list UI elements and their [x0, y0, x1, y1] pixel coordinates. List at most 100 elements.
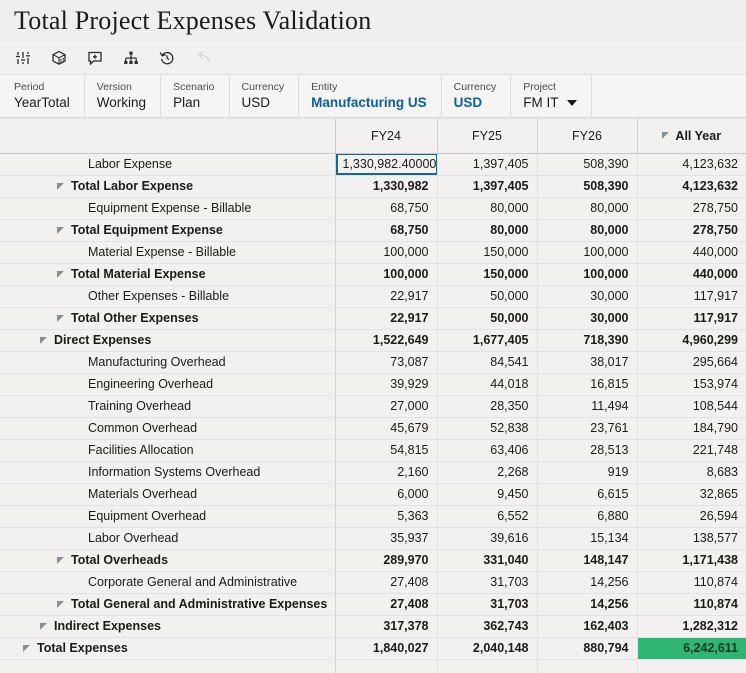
data-cell[interactable]: 45,679 [335, 417, 438, 440]
collapse-triangle-icon[interactable] [662, 132, 670, 140]
row-label-cell[interactable]: Labor Expense [0, 153, 336, 176]
row-label-cell[interactable]: Total Labor Expense [0, 175, 336, 198]
data-cell[interactable]: 110,874 [637, 571, 746, 594]
row-collapse-triangle-icon[interactable] [40, 622, 47, 630]
add-comment-icon[interactable] [78, 44, 112, 72]
data-cell[interactable]: 100,000 [335, 241, 438, 264]
data-cell[interactable]: 52,838 [437, 417, 538, 440]
data-cell[interactable]: 117,917 [637, 307, 746, 330]
data-cell[interactable]: 39,929 [335, 373, 438, 396]
row-collapse-triangle-icon[interactable] [57, 556, 64, 564]
data-cell[interactable]: 6,880 [537, 505, 638, 528]
row-collapse-triangle-icon[interactable] [57, 226, 64, 234]
data-cell[interactable]: 2,160 [335, 461, 438, 484]
data-cell[interactable]: 80,000 [537, 197, 638, 220]
data-cell[interactable]: 718,390 [537, 329, 638, 352]
data-cell[interactable]: 150,000 [437, 241, 538, 264]
data-cell[interactable]: 295,664 [637, 351, 746, 374]
data-cell[interactable]: 440,000 [637, 241, 746, 264]
row-label-cell[interactable]: Common Overhead [0, 417, 336, 440]
row-label-cell[interactable]: Total General and Administrative Expense… [0, 593, 336, 616]
data-cell[interactable]: 68,750 [335, 219, 438, 242]
row-collapse-triangle-icon[interactable] [57, 600, 64, 608]
row-label-cell[interactable]: Materials Overhead [0, 483, 336, 506]
data-cell[interactable]: 508,390 [537, 175, 638, 198]
active-cell-editor[interactable]: 1,330,982.40000 [335, 153, 436, 174]
cube-data-icon[interactable] [42, 44, 76, 72]
data-cell[interactable]: 54,815 [335, 439, 438, 462]
data-cell[interactable]: 6,000 [335, 483, 438, 506]
data-cell[interactable]: 508,390 [537, 153, 638, 176]
history-revert-icon[interactable] [150, 44, 184, 72]
data-cell[interactable]: 39,616 [437, 527, 538, 550]
row-label-cell[interactable]: Total Overheads [0, 549, 336, 572]
data-cell[interactable]: 108,544 [637, 395, 746, 418]
data-cell[interactable]: 80,000 [537, 219, 638, 242]
data-cell[interactable]: 68,750 [335, 197, 438, 220]
row-label-cell[interactable]: Information Systems Overhead [0, 461, 336, 484]
data-cell[interactable]: 44,018 [437, 373, 538, 396]
data-cell[interactable]: 4,123,632 [637, 153, 746, 176]
column-header-fy26[interactable]: FY26 [537, 119, 638, 154]
data-cell[interactable]: 63,406 [437, 439, 538, 462]
data-cell[interactable]: 880,794 [537, 637, 638, 660]
pov-item-period[interactable]: Period YearTotal [14, 75, 85, 117]
data-cell[interactable]: 14,256 [537, 593, 638, 616]
data-cell[interactable]: 1,330,982 [335, 175, 438, 198]
data-cell[interactable]: 162,403 [537, 615, 638, 638]
data-cell[interactable]: 100,000 [335, 263, 438, 286]
column-header-all-year[interactable]: All Year [637, 119, 746, 154]
data-cell[interactable]: 100,000 [537, 241, 638, 264]
data-cell[interactable]: 38,017 [537, 351, 638, 374]
data-cell[interactable]: 27,408 [335, 571, 438, 594]
data-cell[interactable]: 184,790 [637, 417, 746, 440]
data-cell[interactable]: 148,147 [537, 549, 638, 572]
data-cell[interactable]: 26,594 [637, 505, 746, 528]
data-cell[interactable]: 221,748 [637, 439, 746, 462]
row-label-cell[interactable]: Total Expenses [0, 637, 336, 660]
data-cell[interactable]: 138,577 [637, 527, 746, 550]
data-cell[interactable]: 6,242,611 [637, 637, 746, 660]
data-cell[interactable]: 35,937 [335, 527, 438, 550]
row-label-cell[interactable]: Other Expenses - Billable [0, 285, 336, 308]
data-cell[interactable]: 84,541 [437, 351, 538, 374]
data-cell[interactable]: 110,874 [637, 593, 746, 616]
data-cell[interactable]: 1,282,312 [637, 615, 746, 638]
row-collapse-triangle-icon[interactable] [57, 270, 64, 278]
data-cell[interactable]: 32,865 [637, 483, 746, 506]
data-cell[interactable]: 6,552 [437, 505, 538, 528]
data-cell[interactable]: 27,408 [335, 593, 438, 616]
data-cell[interactable]: 919 [537, 461, 638, 484]
pov-item-entity[interactable]: Entity Manufacturing US [311, 75, 442, 117]
data-cell[interactable]: 2,040,148 [437, 637, 538, 660]
data-cell[interactable]: 80,000 [437, 197, 538, 220]
pov-item-currency[interactable]: Currency USD [242, 75, 300, 117]
data-cell[interactable]: 1,677,405 [437, 329, 538, 352]
data-cell[interactable]: 73,087 [335, 351, 438, 374]
data-cell[interactable]: 317,378 [335, 615, 438, 638]
data-cell[interactable]: 1,397,405 [437, 153, 538, 176]
column-header-fy25[interactable]: FY25 [437, 119, 538, 154]
row-label-cell[interactable]: Direct Expenses [0, 329, 336, 352]
data-cell[interactable]: 289,970 [335, 549, 438, 572]
row-label-cell[interactable]: Training Overhead [0, 395, 336, 418]
row-label-cell[interactable]: Corporate General and Administrative [0, 571, 336, 594]
column-header-blank[interactable] [0, 119, 336, 154]
row-label-cell[interactable]: Total Other Expenses [0, 307, 336, 330]
row-label-cell[interactable]: Total Material Expense [0, 263, 336, 286]
row-label-cell[interactable]: Equipment Expense - Billable [0, 197, 336, 220]
data-cell[interactable]: 153,974 [637, 373, 746, 396]
data-cell[interactable]: 440,000 [637, 263, 746, 286]
data-cell[interactable]: 278,750 [637, 197, 746, 220]
data-cell[interactable]: 150,000 [437, 263, 538, 286]
data-cell[interactable]: 30,000 [537, 307, 638, 330]
data-cell[interactable]: 331,040 [437, 549, 538, 572]
pov-item-currency-2[interactable]: Currency USD [454, 75, 512, 117]
row-label-cell[interactable]: Labor Overhead [0, 527, 336, 550]
data-cell[interactable]: 31,703 [437, 593, 538, 616]
row-label-cell[interactable]: Indirect Expenses [0, 615, 336, 638]
pov-item-version[interactable]: Version Working [97, 75, 162, 117]
data-cell[interactable]: 1,397,405 [437, 175, 538, 198]
data-cell[interactable]: 2,268 [437, 461, 538, 484]
data-cell[interactable]: 11,494 [537, 395, 638, 418]
